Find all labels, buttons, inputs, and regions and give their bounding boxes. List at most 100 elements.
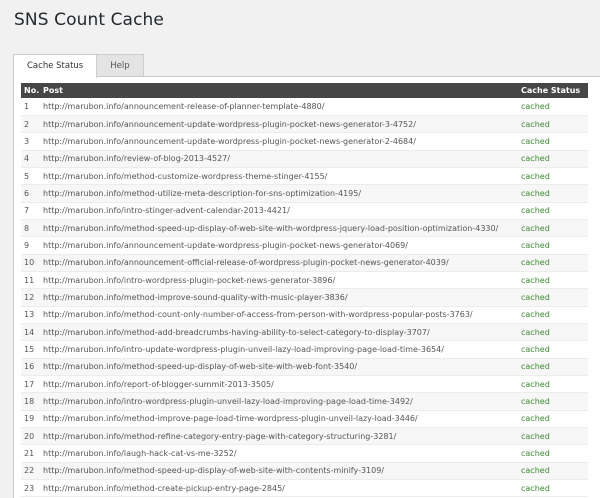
post-url: http://marubon.info/intro-wordpress-plug… — [40, 392, 518, 411]
page-title: SNS Count Cache — [14, 10, 164, 30]
row-number: 23 — [21, 479, 40, 498]
table-row: 22 http://marubon.info/method-speed-up-di… — [21, 462, 588, 481]
tab-cache-status[interactable]: Cache Status — [13, 54, 98, 78]
table-row: 4 http://marubon.info/review-of-blog-2013… — [21, 150, 588, 168]
post-url: http://marubon.info/review-of-blog-2013-… — [40, 150, 518, 168]
post-url: http://marubon.info/intro-stinger-advent… — [40, 202, 518, 220]
cache-status: cached — [518, 132, 588, 151]
table-body: 1 http://marubon.info/announcement-releas… — [21, 98, 588, 498]
cache-status: cached — [518, 462, 588, 481]
table-row: 16 http://marubon.info/method-speed-up-di… — [21, 358, 588, 377]
row-number: 17 — [21, 375, 40, 394]
cache-status: cached — [518, 375, 588, 394]
cache-status: cached — [518, 340, 588, 359]
row-number: 3 — [21, 132, 40, 151]
table-row: 6 http://marubon.info/method-utilize-meta… — [21, 184, 588, 203]
row-number: 11 — [21, 271, 40, 290]
table-row: 11 http://marubon.info/intro-wordpress-pl… — [21, 271, 588, 290]
table-row: 12 http://marubon.info/method-improve-sou… — [21, 288, 588, 307]
row-number: 2 — [21, 115, 40, 134]
row-number: 12 — [21, 288, 40, 307]
row-number: 14 — [21, 323, 40, 342]
row-number: 8 — [21, 219, 40, 238]
post-url: http://marubon.info/method-refine-catego… — [40, 427, 518, 446]
cache-status: cached — [518, 184, 588, 203]
cache-status: cached — [518, 150, 588, 168]
cache-status: cached — [518, 271, 588, 290]
tab-bar: Cache Status Help — [13, 54, 144, 78]
table-row: 18 http://marubon.info/intro-wordpress-pl… — [21, 392, 588, 411]
cache-status-table: No. Post Cache Status 1 http://marubon.in… — [21, 83, 588, 498]
row-number: 1 — [21, 98, 40, 116]
table-row: 7 http://marubon.info/intro-stinger-adven… — [21, 202, 588, 220]
page: SNS Count Cache Cache Status Help No. Po… — [0, 0, 600, 498]
row-number: 7 — [21, 202, 40, 220]
row-number: 13 — [21, 306, 40, 324]
cache-status-panel: No. Post Cache Status 1 http://marubon.in… — [13, 76, 600, 498]
cache-status: cached — [518, 392, 588, 411]
cache-status: cached — [518, 306, 588, 324]
row-number: 4 — [21, 150, 40, 168]
post-url: http://marubon.info/announcement-release… — [40, 98, 518, 116]
cache-status: cached — [518, 444, 588, 463]
cache-status: cached — [518, 479, 588, 498]
cache-status: cached — [518, 98, 588, 116]
column-header-post: Post — [43, 86, 63, 95]
post-url: http://marubon.info/method-utilize-meta-… — [40, 184, 518, 203]
cache-status: cached — [518, 254, 588, 272]
post-url: http://marubon.info/method-add-breadcrum… — [40, 323, 518, 342]
cache-status: cached — [518, 115, 588, 134]
cache-status: cached — [518, 167, 588, 186]
table-row: 21 http://marubon.info/laugh-hack-cat-vs-… — [21, 444, 588, 463]
table-row: 15 http://marubon.info/intro-update-wordp… — [21, 340, 588, 359]
post-url: http://marubon.info/method-count-only-nu… — [40, 306, 518, 324]
post-url: http://marubon.info/announcement-update-… — [40, 236, 518, 255]
table-row: 3 http://marubon.info/announcement-update… — [21, 132, 588, 151]
row-number: 9 — [21, 236, 40, 255]
post-url: http://marubon.info/intro-update-wordpre… — [40, 340, 518, 359]
cache-status: cached — [518, 288, 588, 307]
table-row: 19 http://marubon.info/method-improve-pag… — [21, 410, 588, 429]
row-number: 15 — [21, 340, 40, 359]
cache-status: cached — [518, 323, 588, 342]
tab-help[interactable]: Help — [97, 54, 144, 77]
table-row: 14 http://marubon.info/method-add-breadcr… — [21, 323, 588, 342]
table-row: 1 http://marubon.info/announcement-releas… — [21, 98, 588, 116]
row-number: 21 — [21, 444, 40, 463]
table-row: 8 http://marubon.info/method-speed-up-dis… — [21, 219, 588, 238]
post-url: http://marubon.info/announcement-officia… — [40, 254, 518, 272]
cache-status: cached — [518, 202, 588, 220]
row-number: 19 — [21, 410, 40, 429]
post-url: http://marubon.info/method-speed-up-disp… — [40, 358, 518, 377]
cache-status: cached — [518, 219, 588, 238]
table-row: 17 http://marubon.info/report-of-blogger-… — [21, 375, 588, 394]
post-url: http://marubon.info/method-speed-up-disp… — [40, 462, 518, 481]
table-row: 5 http://marubon.info/method-customize-wo… — [21, 167, 588, 186]
post-url: http://marubon.info/laugh-hack-cat-vs-me… — [40, 444, 518, 463]
table-row: 20 http://marubon.info/method-refine-cate… — [21, 427, 588, 446]
row-number: 10 — [21, 254, 40, 272]
column-header-cache-status: Cache Status — [521, 86, 581, 95]
column-header-no: No. — [24, 86, 40, 95]
post-url: http://marubon.info/method-speed-up-disp… — [40, 219, 518, 238]
post-url: http://marubon.info/method-improve-sound… — [40, 288, 518, 307]
table-header: No. Post Cache Status — [21, 83, 588, 98]
table-row: 13 http://marubon.info/method-count-only-… — [21, 306, 588, 324]
table-row: 2 http://marubon.info/announcement-update… — [21, 115, 588, 134]
cache-status: cached — [518, 236, 588, 255]
post-url: http://marubon.info/method-create-pickup… — [40, 479, 518, 498]
row-number: 18 — [21, 392, 40, 411]
post-url: http://marubon.info/intro-wordpress-plug… — [40, 271, 518, 290]
row-number: 20 — [21, 427, 40, 446]
row-number: 16 — [21, 358, 40, 377]
post-url: http://marubon.info/announcement-update-… — [40, 132, 518, 151]
cache-status: cached — [518, 427, 588, 446]
table-row: 9 http://marubon.info/announcement-update… — [21, 236, 588, 255]
table-row: 23 http://marubon.info/method-create-pick… — [21, 479, 588, 498]
row-number: 22 — [21, 462, 40, 481]
row-number: 6 — [21, 184, 40, 203]
row-number: 5 — [21, 167, 40, 186]
post-url: http://marubon.info/announcement-update-… — [40, 115, 518, 134]
cache-status: cached — [518, 358, 588, 377]
post-url: http://marubon.info/report-of-blogger-su… — [40, 375, 518, 394]
